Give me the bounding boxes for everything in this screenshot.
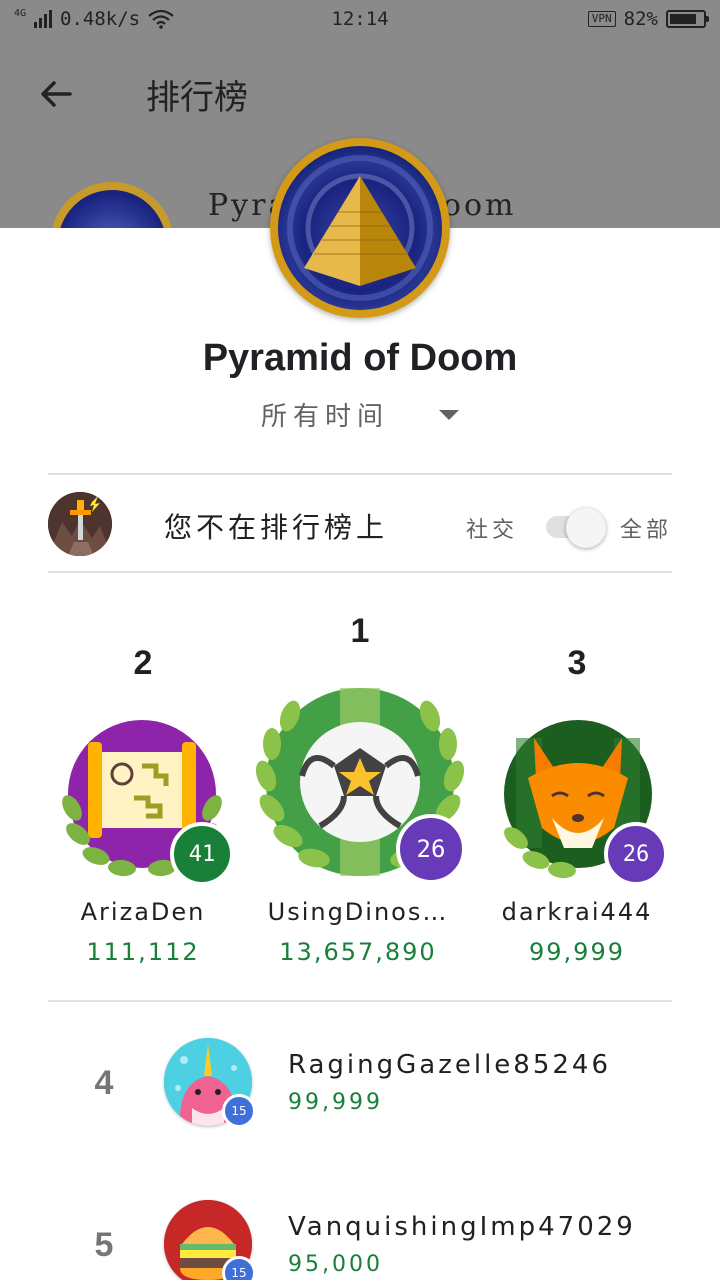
app-bar: 排行榜 <box>0 38 720 148</box>
divider-middle <box>48 571 672 573</box>
background-game-icon <box>50 182 174 228</box>
podium-player-score: 13,657,890 <box>279 938 437 966</box>
wifi-icon <box>148 9 174 29</box>
time-period-label: 所有时间 <box>260 402 389 432</box>
podium-player-name: UsingDinos… <box>267 898 449 926</box>
row-player-score: 95,000 <box>288 1252 383 1277</box>
pyramid-icon <box>278 146 442 310</box>
dropdown-caret-icon[interactable] <box>439 409 459 420</box>
time-period-dropdown[interactable]: 所有时间 <box>0 396 720 433</box>
all-filter-label[interactable]: 全部 <box>620 512 672 544</box>
pyramid-art <box>287 155 433 301</box>
sword-avatar-icon <box>48 492 112 556</box>
row-rank: 5 <box>94 1226 114 1264</box>
game-icon <box>270 138 450 318</box>
current-player-row: 您不在排行榜上 社交 全部 <box>48 492 672 558</box>
row-player-name: VanquishingImp47029 <box>288 1212 636 1242</box>
battery-icon <box>666 10 709 28</box>
divider-top <box>48 473 672 475</box>
podium-player-score: 99,999 <box>529 938 625 966</box>
back-arrow-icon[interactable] <box>36 74 76 114</box>
podium-player-name: ArizaDen <box>80 898 206 926</box>
divider-bottom <box>48 1000 672 1002</box>
status-bar: 4G 0.48k/s 12:14 VPN 82% <box>0 0 720 38</box>
status-left: 4G 0.48k/s <box>14 8 174 30</box>
battery-percent: 82% <box>623 8 658 30</box>
row-level-badge: 15 <box>222 1256 256 1280</box>
level-badge: 26 <box>396 814 466 884</box>
social-all-toggle[interactable] <box>546 508 606 548</box>
page-title: 排行榜 <box>146 78 248 118</box>
row-player-name: RagingGazelle85246 <box>288 1050 612 1080</box>
row-rank: 4 <box>94 1064 114 1102</box>
social-filter-label[interactable]: 社交 <box>466 512 518 544</box>
podium-rank: 2 <box>133 644 153 682</box>
game-title: Pyramid of Doom <box>202 337 518 379</box>
battery-fill <box>670 14 697 24</box>
row-player-score: 99,999 <box>288 1090 383 1115</box>
podium-rank: 1 <box>350 612 370 650</box>
status-right: VPN 82% <box>587 8 709 30</box>
network-type: 4G <box>14 7 27 19</box>
podium-player-name: darkrai444 <box>501 898 653 926</box>
signal-icon <box>34 10 53 28</box>
podium-player-score: 111,112 <box>86 938 200 966</box>
toggle-knob[interactable] <box>566 508 606 548</box>
leaderboard-row-4[interactable]: 4 15 RagingGazelle85246 99,999 <box>0 1030 720 1150</box>
network-speed: 0.48k/s <box>60 8 141 30</box>
player-avatar[interactable] <box>48 492 112 556</box>
level-badge: 26 <box>604 822 668 886</box>
row-level-badge: 15 <box>222 1094 256 1128</box>
level-badge: 41 <box>170 822 234 886</box>
leaderboard-row-5[interactable]: 5 15 VanquishingImp47029 95,000 <box>0 1192 720 1280</box>
vpn-icon: VPN <box>587 11 616 27</box>
podium-rank: 3 <box>567 644 587 682</box>
not-on-leaderboard-text: 您不在排行榜上 <box>164 511 389 544</box>
